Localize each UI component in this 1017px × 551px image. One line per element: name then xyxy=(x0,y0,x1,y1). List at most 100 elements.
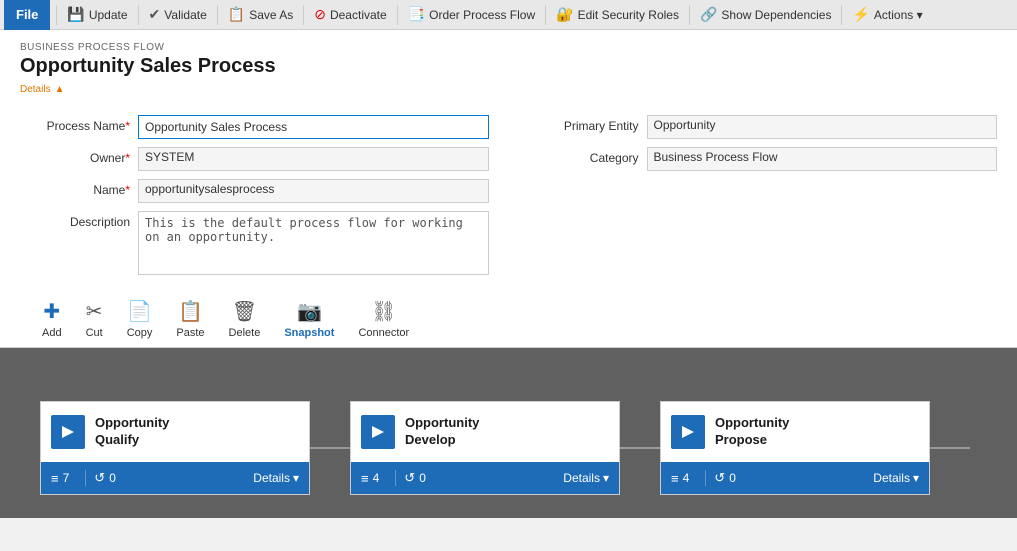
validate-icon: ✔ xyxy=(149,6,161,23)
breadcrumb: BUSINESS PROCESS FLOW xyxy=(20,42,997,53)
stage-develop-details-btn[interactable]: Details ▾ xyxy=(563,471,609,485)
owner-row: Owner* SYSTEM xyxy=(20,147,489,171)
form-left: Process Name* Owner* SYSTEM Name* opport… xyxy=(20,115,489,275)
snapshot-button[interactable]: 📷 Snapshot xyxy=(272,295,346,343)
name-value: opportunitysalesprocess xyxy=(138,179,489,203)
order-process-flow-icon: 📑 xyxy=(408,6,425,23)
stage-propose[interactable]: Opportunity Propose ≡ 4 ↺ 0 Details ▾ xyxy=(660,401,930,495)
validate-label: Validate xyxy=(164,8,206,22)
stage-develop[interactable]: Opportunity Develop ≡ 4 ↺ 0 Details ▾ xyxy=(350,401,620,495)
copy-label: Copy xyxy=(127,327,153,339)
stages-container: Opportunity Qualify ≡ 7 ↺ 0 Details ▾ xyxy=(40,378,1017,518)
copy-icon: 📄 xyxy=(127,299,152,324)
stage-propose-title: Opportunity Propose xyxy=(715,415,789,449)
delete-button[interactable]: 🗑 Delete xyxy=(217,295,273,343)
stage-propose-footer: ≡ 4 ↺ 0 Details ▾ xyxy=(661,462,929,494)
delete-icon: 🗑 xyxy=(232,299,257,324)
deactivate-button[interactable]: ⊘ Deactivate xyxy=(306,0,394,30)
details-link-label: Details xyxy=(20,84,51,95)
owner-label: Owner* xyxy=(20,147,130,165)
primary-entity-label: Primary Entity xyxy=(529,115,639,133)
add-button[interactable]: ✚ Add xyxy=(30,295,74,343)
save-as-icon: 📋 xyxy=(228,6,245,23)
stage-qualify-icon xyxy=(51,415,85,449)
actions-label: Actions ▾ xyxy=(874,8,923,22)
description-label: Description xyxy=(20,211,130,229)
copy-button[interactable]: 📄 Copy xyxy=(115,295,165,343)
snapshot-icon: 📷 xyxy=(297,299,322,324)
actions-bar: ✚ Add ✂ Cut 📄 Copy 📋 Paste 🗑 Delete 📷 Sn… xyxy=(20,287,997,347)
deactivate-icon: ⊘ xyxy=(314,6,326,23)
details-chevron-icon-3: ▾ xyxy=(913,471,919,485)
cut-button[interactable]: ✂ Cut xyxy=(74,295,115,343)
stage-qualify-details-btn[interactable]: Details ▾ xyxy=(253,471,299,485)
actions-button[interactable]: ⚡ Actions ▾ xyxy=(844,0,930,30)
process-name-input[interactable] xyxy=(138,115,489,139)
footer-sep-1 xyxy=(85,470,86,486)
show-dependencies-label: Show Dependencies xyxy=(721,8,831,22)
stage-propose-details-btn[interactable]: Details ▾ xyxy=(873,471,919,485)
stage-propose-steps: ≡ 4 xyxy=(671,471,689,486)
stage-develop-loops: ↺ 0 xyxy=(404,470,426,486)
file-button[interactable]: File xyxy=(4,0,50,30)
owner-value: SYSTEM xyxy=(138,147,489,171)
stage-propose-icon xyxy=(671,415,705,449)
snapshot-label: Snapshot xyxy=(284,327,334,339)
cut-label: Cut xyxy=(86,327,103,339)
toolbar-separator-3 xyxy=(217,5,218,25)
steps-icon-2: ≡ xyxy=(361,471,369,486)
loops-icon-3: ↺ xyxy=(714,470,725,486)
details-link[interactable]: Details ▲ xyxy=(20,84,64,95)
toolbar-separator-2 xyxy=(138,5,139,25)
order-process-flow-button[interactable]: 📑 Order Process Flow xyxy=(400,0,543,30)
edit-security-roles-button[interactable]: 🔐 Edit Security Roles xyxy=(548,0,687,30)
connector-button[interactable]: ⛓ Connector xyxy=(346,295,421,343)
connector-label: Connector xyxy=(358,327,409,339)
stage-qualify-steps: ≡ 7 xyxy=(51,471,69,486)
canvas-area: Opportunity Qualify ≡ 7 ↺ 0 Details ▾ xyxy=(0,348,1017,518)
update-icon: 💾 xyxy=(67,6,84,23)
paste-label: Paste xyxy=(176,327,204,339)
process-name-row: Process Name* xyxy=(20,115,489,139)
footer-sep-2 xyxy=(395,470,396,486)
details-chevron-icon-2: ▾ xyxy=(603,471,609,485)
cut-icon: ✂ xyxy=(86,299,103,324)
primary-entity-row: Primary Entity Opportunity xyxy=(529,115,998,139)
show-dependencies-icon: 🔗 xyxy=(700,6,717,23)
stage-qualify-footer: ≡ 7 ↺ 0 Details ▾ xyxy=(41,462,309,494)
description-textarea[interactable]: This is the default process flow for wor… xyxy=(138,211,489,275)
toolbar-separator-8 xyxy=(841,5,842,25)
edit-security-roles-icon: 🔐 xyxy=(556,6,573,23)
stage-develop-header: Opportunity Develop xyxy=(351,402,619,462)
form-section: Process Name* Owner* SYSTEM Name* opport… xyxy=(20,107,997,287)
name-row: Name* opportunitysalesprocess xyxy=(20,179,489,203)
process-name-label: Process Name* xyxy=(20,115,130,133)
footer-sep-3 xyxy=(705,470,706,486)
steps-icon: ≡ xyxy=(51,471,59,486)
stage-propose-loops: ↺ 0 xyxy=(714,470,736,486)
paste-button[interactable]: 📋 Paste xyxy=(164,295,216,343)
toolbar: File 💾 Update ✔ Validate 📋 Save As ⊘ Dea… xyxy=(0,0,1017,30)
save-as-button[interactable]: 📋 Save As xyxy=(220,0,301,30)
toolbar-separator-4 xyxy=(303,5,304,25)
update-label: Update xyxy=(89,8,128,22)
details-arrow-icon: ▲ xyxy=(55,84,65,95)
show-dependencies-button[interactable]: 🔗 Show Dependencies xyxy=(692,0,840,30)
category-value: Business Process Flow xyxy=(647,147,998,171)
toolbar-separator-6 xyxy=(545,5,546,25)
stage-propose-header: Opportunity Propose xyxy=(661,402,929,462)
update-button[interactable]: 💾 Update xyxy=(59,0,135,30)
form-right: Primary Entity Opportunity Category Busi… xyxy=(529,115,998,275)
add-icon: ✚ xyxy=(43,299,60,324)
validate-button[interactable]: ✔ Validate xyxy=(141,0,215,30)
add-label: Add xyxy=(42,327,62,339)
deactivate-label: Deactivate xyxy=(330,8,387,22)
stage-qualify[interactable]: Opportunity Qualify ≡ 7 ↺ 0 Details ▾ xyxy=(40,401,310,495)
category-label: Category xyxy=(529,147,639,165)
stage-develop-icon xyxy=(361,415,395,449)
stage-qualify-loops: ↺ 0 xyxy=(94,470,116,486)
toolbar-separator-1 xyxy=(56,5,57,25)
category-row: Category Business Process Flow xyxy=(529,147,998,171)
stage-qualify-title: Opportunity Qualify xyxy=(95,415,169,449)
details-chevron-icon: ▾ xyxy=(293,471,299,485)
